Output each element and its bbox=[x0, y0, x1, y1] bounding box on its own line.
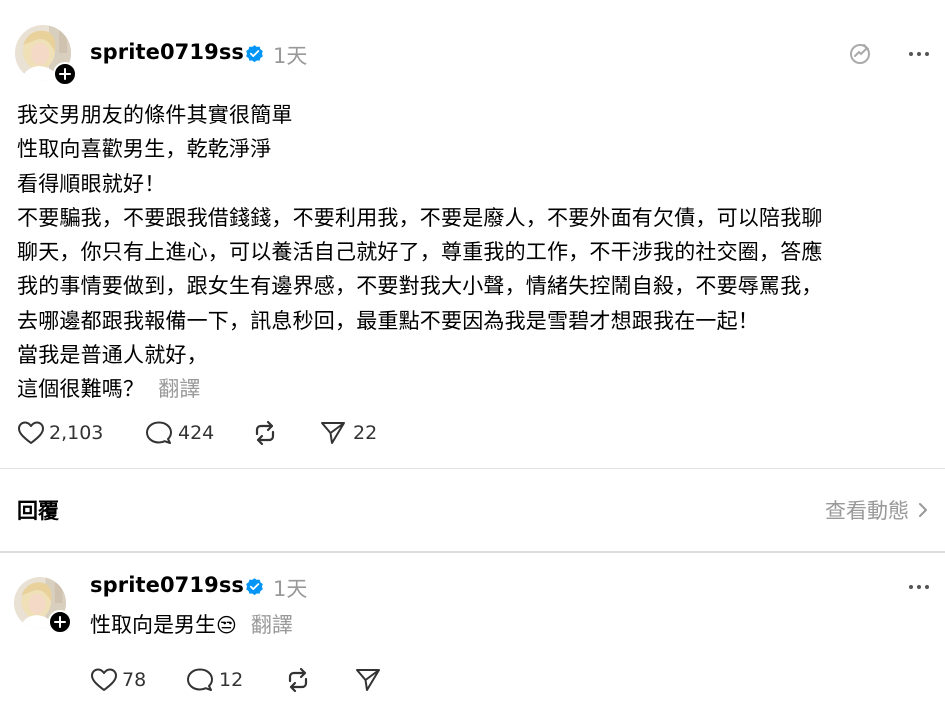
post-line: 性取向喜歡男生，乾乾淨淨 bbox=[17, 137, 272, 162]
like-count: 2,103 bbox=[49, 422, 104, 444]
repost-button[interactable] bbox=[284, 667, 354, 693]
share-button[interactable]: 22 bbox=[319, 420, 377, 446]
plus-icon bbox=[54, 616, 66, 628]
view-activity-label: 查看動態 bbox=[825, 499, 909, 523]
post-line-text: 這個很難嗎？ bbox=[17, 377, 145, 402]
like-count: 78 bbox=[122, 669, 147, 691]
post-line: 看得順眼就好！ bbox=[17, 171, 166, 196]
commenter-avatar[interactable] bbox=[14, 577, 72, 634]
share-count: 22 bbox=[353, 422, 378, 444]
author-username[interactable]: sprite0719ss bbox=[90, 40, 244, 64]
follow-plus-button[interactable] bbox=[48, 610, 72, 634]
post-line: 我交男朋友的條件其實很簡單 bbox=[17, 103, 293, 127]
repost-button[interactable] bbox=[251, 420, 319, 446]
post-time: 1天 bbox=[273, 44, 308, 68]
comment-icon bbox=[187, 668, 213, 691]
comment-time: 1天 bbox=[273, 577, 308, 601]
verified-badge-icon bbox=[246, 578, 263, 596]
repost-icon bbox=[288, 667, 308, 693]
post-line-last: 這個很難嗎？ 翻譯 bbox=[17, 372, 937, 406]
post-line: 當我是普通人就好， bbox=[17, 343, 208, 368]
main-post: sprite0719ss 1天 我交男朋友的條件其實很簡單 性取向喜歡男生，乾乾… bbox=[0, 0, 945, 469]
commenter-username[interactable]: sprite0719ss bbox=[90, 573, 244, 597]
repost-icon bbox=[255, 420, 275, 446]
more-options-button[interactable] bbox=[905, 44, 933, 64]
comment-more-options-button[interactable] bbox=[905, 577, 933, 597]
post-line: 不要騙我，不要跟我借錢錢，不要利用我，不要是廢人，不要外面有欠債，可以陪我聊 bbox=[17, 205, 823, 230]
mute-icon bbox=[850, 44, 870, 64]
share-button[interactable] bbox=[354, 667, 382, 693]
reply-comment: sprite0719ss 1天 性取向是男生😒 翻譯 78 12 bbox=[0, 553, 945, 719]
post-line: 聊天，你只有上進心，可以養活自己就好了，尊重我的工作，不干涉我的社交圈，答應 bbox=[17, 240, 823, 265]
view-activity-link[interactable]: 查看動態 bbox=[825, 495, 931, 525]
post-body: 我交男朋友的條件其實很簡單 性取向喜歡男生，乾乾淨淨 看得順眼就好！ 不要騙我，… bbox=[17, 98, 937, 407]
comment-actions: 78 12 bbox=[90, 667, 382, 693]
comment-button[interactable]: 12 bbox=[186, 667, 284, 693]
comment-count: 12 bbox=[219, 669, 244, 691]
verified-badge-icon bbox=[246, 45, 263, 63]
mute-button[interactable] bbox=[846, 40, 876, 68]
comment-count: 424 bbox=[178, 422, 215, 444]
replies-heading: 回覆 bbox=[17, 499, 59, 523]
heart-icon bbox=[91, 668, 117, 691]
share-icon bbox=[356, 669, 380, 691]
comment-button[interactable]: 424 bbox=[145, 420, 251, 446]
author-avatar[interactable] bbox=[15, 25, 77, 86]
follow-plus-button[interactable] bbox=[53, 62, 77, 86]
post-actions: 2,103 424 22 bbox=[17, 420, 377, 446]
translate-link[interactable]: 翻譯 bbox=[158, 377, 200, 401]
more-icon bbox=[909, 52, 929, 56]
comment-icon bbox=[146, 421, 172, 444]
reply-header: 回覆 查看動態 bbox=[0, 469, 945, 551]
comment-body: 性取向是男生😒 翻譯 bbox=[90, 610, 293, 640]
comment-emoji: 😒 bbox=[216, 613, 237, 637]
like-button[interactable]: 78 bbox=[90, 667, 186, 693]
post-line: 我的事情要做到，跟女生有邊界感，不要對我大小聲，情緒失控鬧自殺，不要辱罵我， bbox=[17, 274, 823, 299]
share-icon bbox=[321, 422, 345, 444]
plus-icon bbox=[59, 68, 71, 80]
heart-icon bbox=[18, 421, 44, 444]
comment-text: 性取向是男生 bbox=[90, 613, 216, 637]
like-button[interactable]: 2,103 bbox=[17, 420, 145, 446]
more-icon bbox=[909, 585, 929, 589]
post-line: 去哪邊都跟我報備一下，訊息秒回，最重點不要因為我是雪碧才想跟我在一起！ bbox=[17, 308, 759, 333]
chevron-right-icon bbox=[919, 503, 927, 517]
translate-link[interactable]: 翻譯 bbox=[251, 613, 293, 637]
